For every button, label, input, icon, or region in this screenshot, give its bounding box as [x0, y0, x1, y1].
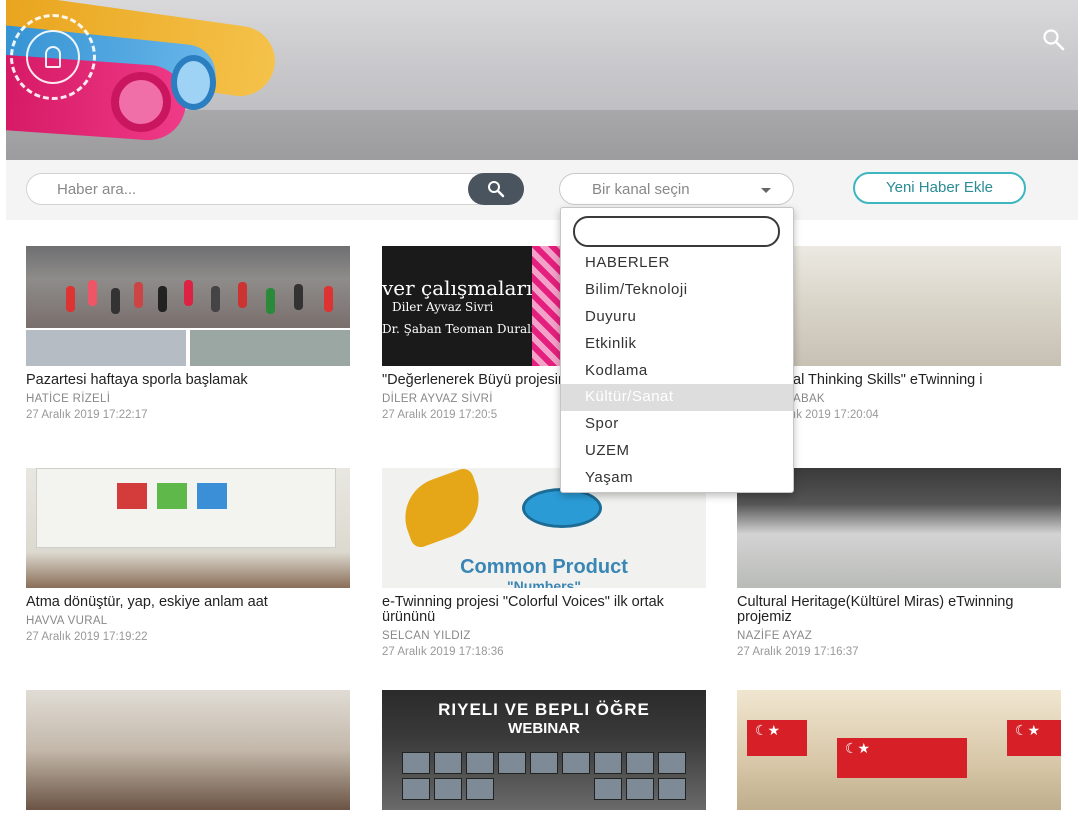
news-card[interactable]: [737, 690, 1061, 810]
news-title[interactable]: Cultural Heritage(Kültürel Miras) eTwinn…: [737, 595, 1061, 625]
news-date: 27 Aralık 2019 17:18:36: [382, 646, 504, 658]
channel-options: HABERLER Bilim/Teknoloji Duyuru Etkinlik…: [561, 250, 793, 492]
channel-option[interactable]: UZEM: [561, 438, 793, 465]
news-card[interactable]: [26, 690, 350, 810]
search-icon: [488, 181, 505, 198]
channel-select[interactable]: Bir kanal seçin: [559, 173, 794, 205]
channel-option[interactable]: Duyuru: [561, 304, 793, 331]
search-icon[interactable]: [1042, 28, 1066, 52]
channel-option[interactable]: Yaşam: [561, 465, 793, 492]
news-card[interactable]: Common Product "Numbers" e-Twinning proj…: [382, 468, 706, 658]
channel-option[interactable]: Kodlama: [561, 358, 793, 385]
banner-marker-blue-cap: [171, 55, 216, 110]
news-date: 27 Aralık 2019 17:19:22: [26, 631, 148, 643]
news-author: HAVVA VURAL: [26, 615, 108, 627]
news-author: NAZİFE AYAZ: [737, 630, 813, 642]
channel-dropdown: HABERLER Bilim/Teknoloji Duyuru Etkinlik…: [560, 207, 794, 493]
news-title[interactable]: Atma dönüştür, yap, eskiye anlam aat: [26, 595, 350, 610]
news-card[interactable]: Cultural Heritage(Kültürel Miras) eTwinn…: [737, 468, 1061, 658]
news-thumbnail[interactable]: RIYELI VE BEPLI ÖĞRE WEBINAR: [382, 690, 706, 810]
news-search-input[interactable]: [57, 174, 467, 204]
news-thumbnail[interactable]: [26, 690, 350, 810]
channel-search-input[interactable]: [573, 216, 780, 247]
ministry-seal-icon[interactable]: [10, 14, 96, 100]
news-thumbnail[interactable]: [26, 468, 350, 588]
flag-icon: [747, 720, 807, 756]
flag-icon: [837, 738, 967, 778]
news-date: 27 Aralık 2019 17:22:17: [26, 409, 148, 421]
news-author: HATİCE RİZELİ: [26, 393, 111, 405]
header-banner: [6, 0, 1078, 160]
channel-option[interactable]: Etkinlik: [561, 331, 793, 358]
chevron-down-icon: [761, 188, 771, 193]
news-card[interactable]: RIYELI VE BEPLI ÖĞRE WEBINAR: [382, 690, 706, 810]
news-title[interactable]: e-Twinning projesi "Colorful Voices" ilk…: [382, 595, 706, 625]
news-title[interactable]: Pazartesi haftaya sporla başlamak: [26, 373, 350, 388]
flag-icon: [1007, 720, 1061, 756]
channel-option[interactable]: HABERLER: [561, 250, 793, 277]
news-search-button[interactable]: [468, 173, 524, 205]
news-card[interactable]: Atma dönüştür, yap, eskiye anlam aat HAV…: [26, 468, 350, 643]
news-author: SELCAN YILDIZ: [382, 630, 471, 642]
add-news-button[interactable]: Yeni Haber Ekle: [853, 172, 1026, 204]
news-card[interactable]: Pazartesi haftaya sporla başlamak HATİCE…: [26, 246, 350, 421]
news-date: 27 Aralık 2019 17:16:37: [737, 646, 859, 658]
news-thumbnail[interactable]: [737, 690, 1061, 810]
news-thumbnail[interactable]: [26, 246, 350, 366]
channel-option[interactable]: Spor: [561, 411, 793, 438]
banner-marker-pink-cap: [111, 72, 171, 132]
channel-select-label: Bir kanal seçin: [592, 181, 690, 198]
channel-option[interactable]: Bilim/Teknoloji: [561, 277, 793, 304]
news-search-box: [26, 173, 524, 205]
channel-option-highlighted[interactable]: Kültür/Sanat: [561, 384, 793, 412]
